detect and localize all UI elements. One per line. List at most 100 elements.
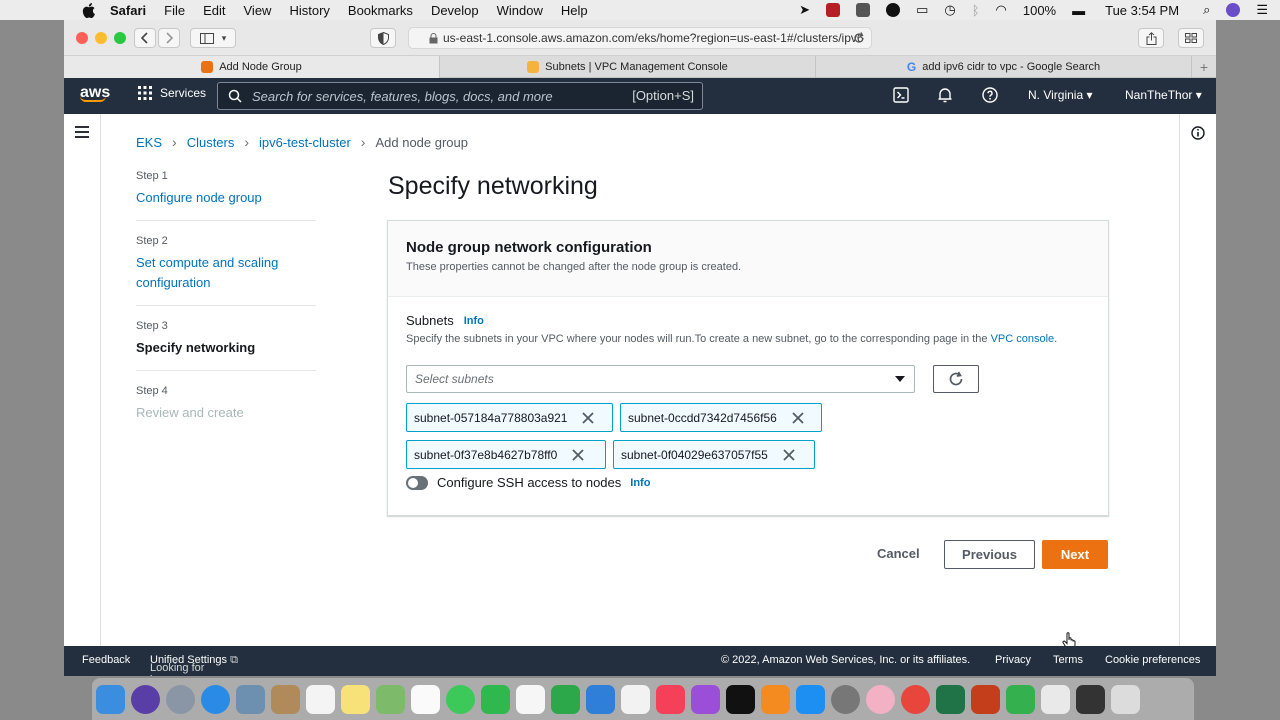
system-preferences-icon[interactable] [831,684,860,714]
feedback-link[interactable]: Feedback [82,654,130,666]
location-icon[interactable]: ➤ [799,2,810,18]
menu-app-name[interactable]: Safari [110,3,146,18]
calendar-icon[interactable] [306,684,335,714]
menu-file[interactable]: File [164,3,185,18]
facetime-green-icon[interactable] [1006,684,1035,714]
sidebar-toggle-button[interactable]: ▾ [190,28,236,48]
zoom-window-button[interactable] [114,32,126,44]
notes-icon[interactable] [341,684,370,714]
cloudshell-icon[interactable] [893,87,909,103]
menu-window[interactable]: Window [497,3,543,18]
privacy-link[interactable]: Privacy [995,654,1031,666]
breadcrumb-clusters[interactable]: Clusters [187,135,235,150]
help-icon[interactable] [982,87,998,103]
tv-icon[interactable] [726,684,755,714]
screen-mirror-icon[interactable]: ▭ [916,2,928,18]
bluetooth-icon[interactable]: ᛒ [972,3,980,18]
powerpoint-icon[interactable] [971,684,1000,714]
close-icon[interactable] [791,411,805,425]
menu-bookmarks[interactable]: Bookmarks [348,3,413,18]
freeform-icon[interactable] [516,684,545,714]
keynote-icon[interactable] [586,684,615,714]
wifi-icon[interactable]: ◠ [996,2,1007,18]
subnets-info-link[interactable]: Info [464,315,484,327]
reminders-icon[interactable] [411,684,440,714]
facetime-icon[interactable] [481,684,510,714]
ssh-access-toggle[interactable] [406,475,428,490]
region-selector[interactable]: N. Virginia ▾ [1028,88,1093,102]
aws-search-input[interactable]: Search for services, features, blogs, do… [217,82,703,110]
address-bar[interactable]: us-east-1.console.aws.amazon.com/eks/hom… [408,27,872,49]
chrome-icon[interactable] [901,684,930,714]
share-button[interactable] [1138,28,1164,48]
breadcrumb-cluster[interactable]: ipv6-test-cluster [259,135,351,150]
excel-icon[interactable] [936,684,965,714]
next-button[interactable]: Next [1042,540,1108,569]
step-link-configure[interactable]: Configure node group [136,188,316,208]
hamburger-menu-icon[interactable] [75,126,89,138]
time-machine-icon[interactable]: ◷ [944,2,955,18]
docker-icon[interactable] [856,3,871,17]
finder-icon[interactable] [96,684,125,714]
apple-icon[interactable] [82,2,96,18]
tab-add-node-group[interactable]: Add Node Group [64,56,440,78]
close-icon[interactable] [571,448,585,462]
clock[interactable]: Tue 3:54 PM [1105,3,1179,18]
menu-develop[interactable]: Develop [431,3,479,18]
podcasts-icon[interactable] [691,684,720,714]
books-icon[interactable] [761,684,790,714]
music-icon[interactable] [656,684,685,714]
menu-history[interactable]: History [289,3,329,18]
menu-edit[interactable]: Edit [203,3,225,18]
back-button[interactable] [134,28,156,48]
services-menu-button[interactable]: Services [138,86,206,100]
cookie-preferences-link[interactable]: Cookie preferences [1105,654,1200,666]
minimize-window-button[interactable] [95,32,107,44]
tab-overview-button[interactable] [1178,28,1204,48]
ssh-info-link[interactable]: Info [630,477,650,489]
preview-app-icon[interactable] [236,684,265,714]
new-tab-button[interactable]: + [1192,56,1216,77]
contacts-icon[interactable] [271,684,300,714]
tab-google-search[interactable]: G add ipv6 cidr to vpc - Google Search [816,56,1192,78]
maps-icon[interactable] [376,684,405,714]
battery-icon[interactable]: ▬ [1072,3,1085,18]
info-panel-icon[interactable] [1191,126,1205,140]
numbers-icon[interactable] [551,684,580,714]
subnets-select[interactable]: Select subnets [406,365,915,393]
status-circle-icon[interactable] [886,3,901,17]
previous-button[interactable]: Previous [944,540,1035,569]
trash-icon[interactable] [1111,684,1140,714]
aws-logo[interactable]: aws [80,84,110,102]
menu-help[interactable]: Help [561,3,588,18]
document-icon[interactable] [1041,684,1070,714]
record-status-icon[interactable] [826,3,841,17]
news-icon[interactable] [621,684,650,714]
close-window-button[interactable] [76,32,88,44]
launchpad-icon[interactable] [166,684,195,714]
close-icon[interactable] [782,448,796,462]
safari-app-icon[interactable] [201,684,230,714]
vpc-console-link[interactable]: VPC console. [991,333,1058,345]
spotlight-icon[interactable]: ⌕ [1203,2,1210,18]
privacy-report-button[interactable] [370,28,396,48]
photos-icon[interactable] [866,684,895,714]
step-link-compute[interactable]: Set compute and scaling configuration [136,253,316,293]
siri-icon[interactable] [1226,3,1241,17]
battery-label[interactable]: 100% [1023,3,1056,18]
messages-icon[interactable] [446,684,475,714]
breadcrumb-eks[interactable]: EKS [136,135,162,150]
bell-icon[interactable] [937,87,953,103]
cancel-button[interactable]: Cancel [877,546,920,561]
account-menu[interactable]: NanTheThor ▾ [1125,88,1202,102]
app-store-icon[interactable] [796,684,825,714]
control-center-icon[interactable]: ☰ [1256,2,1268,18]
reload-icon[interactable] [853,32,865,44]
siri-app-icon[interactable] [131,684,160,714]
screens-icon[interactable] [1076,684,1105,714]
tab-subnets[interactable]: Subnets | VPC Management Console [440,56,816,78]
terms-link[interactable]: Terms [1053,654,1083,666]
refresh-subnets-button[interactable] [933,365,979,393]
close-icon[interactable] [581,411,595,425]
forward-button[interactable] [158,28,180,48]
